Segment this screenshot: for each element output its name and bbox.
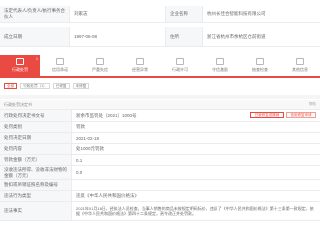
credit-info-page: 法定代表人/负责人/执行事务合伙人 刘家志 企业名称 杭州长佳合智能科技有限公司… xyxy=(0,0,320,240)
detail-value: 罚款 xyxy=(76,124,85,129)
detail-row: 处罚内容 处1000元罚款 xyxy=(0,144,320,155)
legal-rep-value: 刘家志 xyxy=(74,11,88,16)
tab-inspection[interactable]: 抽查检查 xyxy=(240,55,280,76)
detail-label: 没收违法所得、没收非法财物的金额（万元） xyxy=(0,166,72,179)
tab-label: 经营异常 xyxy=(132,67,148,72)
tab-label: 信用承诺 xyxy=(52,67,68,72)
detail-label: 处罚决定日期 xyxy=(0,133,72,143)
help-link[interactable]: 帮助 xyxy=(309,102,316,107)
info-row: 法定代表人/负责人/执行事务合伙人 刘家志 企业名称 杭州长佳合智能科技有限公司 xyxy=(0,6,320,23)
detail-value: 2021-02-18 xyxy=(76,135,100,141)
address-value: 浙江省杭州市余杭区仓前街道 xyxy=(207,33,266,39)
tab-count: 1 xyxy=(36,57,38,61)
detail-label: 处罚内容 xyxy=(0,144,72,154)
detail-row: 违法行为类型 违反《中华人民共和国价格法》 xyxy=(0,191,320,202)
detail-label: 违法行为类型 xyxy=(0,191,72,201)
detail-label: 行政处罚决定书文号 xyxy=(0,110,72,121)
detail-value: 0.0 xyxy=(76,170,83,175)
filter-penalty[interactable]: 行政处罚（1） xyxy=(20,83,50,89)
founded-date-value: 1997-06-08 xyxy=(74,34,98,39)
tab-label: 其他信息 xyxy=(292,67,308,72)
tab-administrative-license[interactable]: 行政许可 xyxy=(160,55,200,76)
detail-row: 处罚决定日期 2021-02-18 xyxy=(0,133,320,144)
filter-repaired[interactable]: 已修复 xyxy=(52,83,70,89)
detail-value: 违反《中华人民共和国价格法》 xyxy=(76,193,139,198)
tab-label: 抽查检查 xyxy=(252,67,268,72)
detail-value: 2021年01月18日，经执法人员检查，当事人销售的商品未按规定明码标价，违反了… xyxy=(76,205,314,216)
category-tabs: 行政处罚 1 信用承诺 严重失信 经营异常 行政许可 守信激励 抽查检查 其他信… xyxy=(0,55,320,78)
detail-label: 暂扣或吊销证照名称及编号 xyxy=(0,180,72,190)
warning-icon xyxy=(96,58,104,65)
founded-date-label: 成立日期 xyxy=(0,27,70,46)
detail-label: 罚款金额（万元） xyxy=(0,155,72,165)
detail-label: 处罚类别 xyxy=(0,122,72,132)
info-row: 成立日期 1997-06-08 住所 浙江省杭州市余杭区仓前街道 xyxy=(0,27,320,47)
alert-icon xyxy=(136,58,144,65)
tab-incentive[interactable]: 守信激励 xyxy=(200,55,240,76)
detail-row: 暂扣或吊销证照名称及编号 xyxy=(0,180,320,191)
company-name-value: 杭州长佳合智能科技有限公司 xyxy=(207,11,266,16)
company-info-table: 法定代表人/负责人/执行事务合伙人 刘家志 企业名称 杭州长佳合智能科技有限公司… xyxy=(0,0,320,50)
detail-value: 处1000元罚款 xyxy=(76,146,105,151)
tab-serious-dishonesty[interactable]: 严重失信 xyxy=(80,55,120,76)
tab-label: 行政许可 xyxy=(172,67,188,72)
detail-row: 罚款金额（万元） 0.1 xyxy=(0,155,320,166)
filter-unrepaired[interactable]: 未修复 xyxy=(72,83,90,89)
clipboard-icon xyxy=(256,58,264,65)
penalty-detail-table: 行政处罚决定书文号 浙余市监罚处〔2021〕1000号 已被修复或撤销 信用修复… xyxy=(0,110,320,221)
tab-administrative-penalty[interactable]: 行政处罚 1 xyxy=(0,55,40,76)
legal-rep-label: 法定代表人/负责人/执行事务合伙人 xyxy=(0,6,70,22)
divider xyxy=(0,95,320,99)
license-icon xyxy=(176,58,184,65)
detail-label: 违法事实 xyxy=(0,202,72,220)
detail-title: 行政处罚决定书 xyxy=(4,102,32,107)
detail-header: 行政处罚决定书 帮助 xyxy=(0,100,320,110)
tab-other[interactable]: 其他信息 xyxy=(280,55,320,76)
filter-chips: 全部 行政处罚（1） 已修复 未修复 xyxy=(0,80,320,92)
commitment-icon xyxy=(56,58,64,65)
tab-label: 守信激励 xyxy=(212,67,228,72)
address-label: 住所 xyxy=(165,27,203,46)
detail-row: 处罚类别 罚款 xyxy=(0,122,320,133)
more-icon xyxy=(296,58,304,65)
filter-all[interactable]: 全部 xyxy=(4,83,18,89)
tab-credit-commitment[interactable]: 信用承诺 xyxy=(40,55,80,76)
tab-label: 行政处罚 xyxy=(12,67,28,72)
detail-row: 违法事实 2021年01月18日，经执法人员检查，当事人销售的商品未按规定明码标… xyxy=(0,202,320,221)
revoked-button[interactable]: 已被修复或撤销 xyxy=(250,112,284,118)
penalty-icon xyxy=(16,58,24,65)
detail-row: 行政处罚决定书文号 浙余市监罚处〔2021〕1000号 已被修复或撤销 信用修复… xyxy=(0,110,320,122)
detail-value xyxy=(72,180,320,190)
detail-row: 没收违法所得、没收非法财物的金额（万元） 0.0 xyxy=(0,166,320,180)
credit-repair-button[interactable]: 信用修复申请 xyxy=(286,112,316,118)
company-name-label: 企业名称 xyxy=(165,6,203,22)
medal-icon xyxy=(216,58,224,65)
tab-label: 严重失信 xyxy=(92,67,108,72)
tab-abnormal-operation[interactable]: 经营异常 xyxy=(120,55,160,76)
detail-value: 0.1 xyxy=(76,157,83,163)
